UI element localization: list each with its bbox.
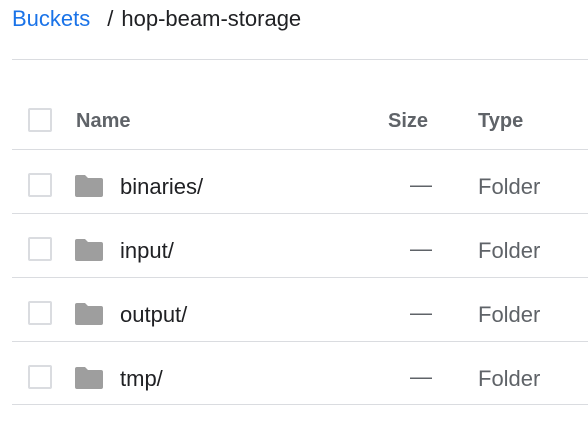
- select-all-checkbox[interactable]: [28, 108, 52, 132]
- folder-icon: [75, 175, 103, 197]
- folder-type: Folder: [478, 302, 541, 327]
- table-row: input/ — Folder: [12, 213, 588, 277]
- row-checkbox[interactable]: [28, 237, 52, 261]
- folder-size: —: [410, 300, 432, 325]
- row-checkbox[interactable]: [28, 173, 52, 197]
- folder-icon: [75, 239, 103, 261]
- objects-table: Name Size Type binaries/ — Folder input/…: [12, 90, 588, 405]
- breadcrumb: Buckets / hop-beam-storage: [12, 5, 301, 33]
- folder-name-link[interactable]: output/: [120, 302, 187, 328]
- folder-type: Folder: [478, 366, 541, 391]
- folder-name-link[interactable]: tmp/: [120, 366, 163, 392]
- folder-type: Folder: [478, 238, 541, 263]
- breadcrumb-separator: /: [107, 6, 114, 31]
- folder-type: Folder: [478, 174, 541, 199]
- breadcrumb-current-bucket: hop-beam-storage: [121, 6, 302, 31]
- header-divider: [12, 59, 588, 60]
- table-header-row: Name Size Type: [12, 90, 588, 149]
- table-row: binaries/ — Folder: [12, 149, 588, 213]
- folder-size: —: [410, 172, 432, 197]
- row-checkbox[interactable]: [28, 365, 52, 389]
- breadcrumb-buckets-link[interactable]: Buckets: [12, 6, 90, 32]
- folder-icon: [75, 303, 103, 325]
- folder-size: —: [410, 236, 432, 261]
- folder-name-link[interactable]: binaries/: [120, 174, 203, 200]
- column-header-name[interactable]: Name: [76, 110, 130, 133]
- folder-size: —: [410, 364, 432, 389]
- folder-icon: [75, 367, 103, 389]
- column-header-type[interactable]: Type: [478, 110, 523, 133]
- row-checkbox[interactable]: [28, 301, 52, 325]
- table-row: output/ — Folder: [12, 277, 588, 341]
- column-header-size[interactable]: Size: [388, 110, 428, 133]
- table-row: tmp/ — Folder: [12, 341, 588, 405]
- folder-name-link[interactable]: input/: [120, 238, 174, 264]
